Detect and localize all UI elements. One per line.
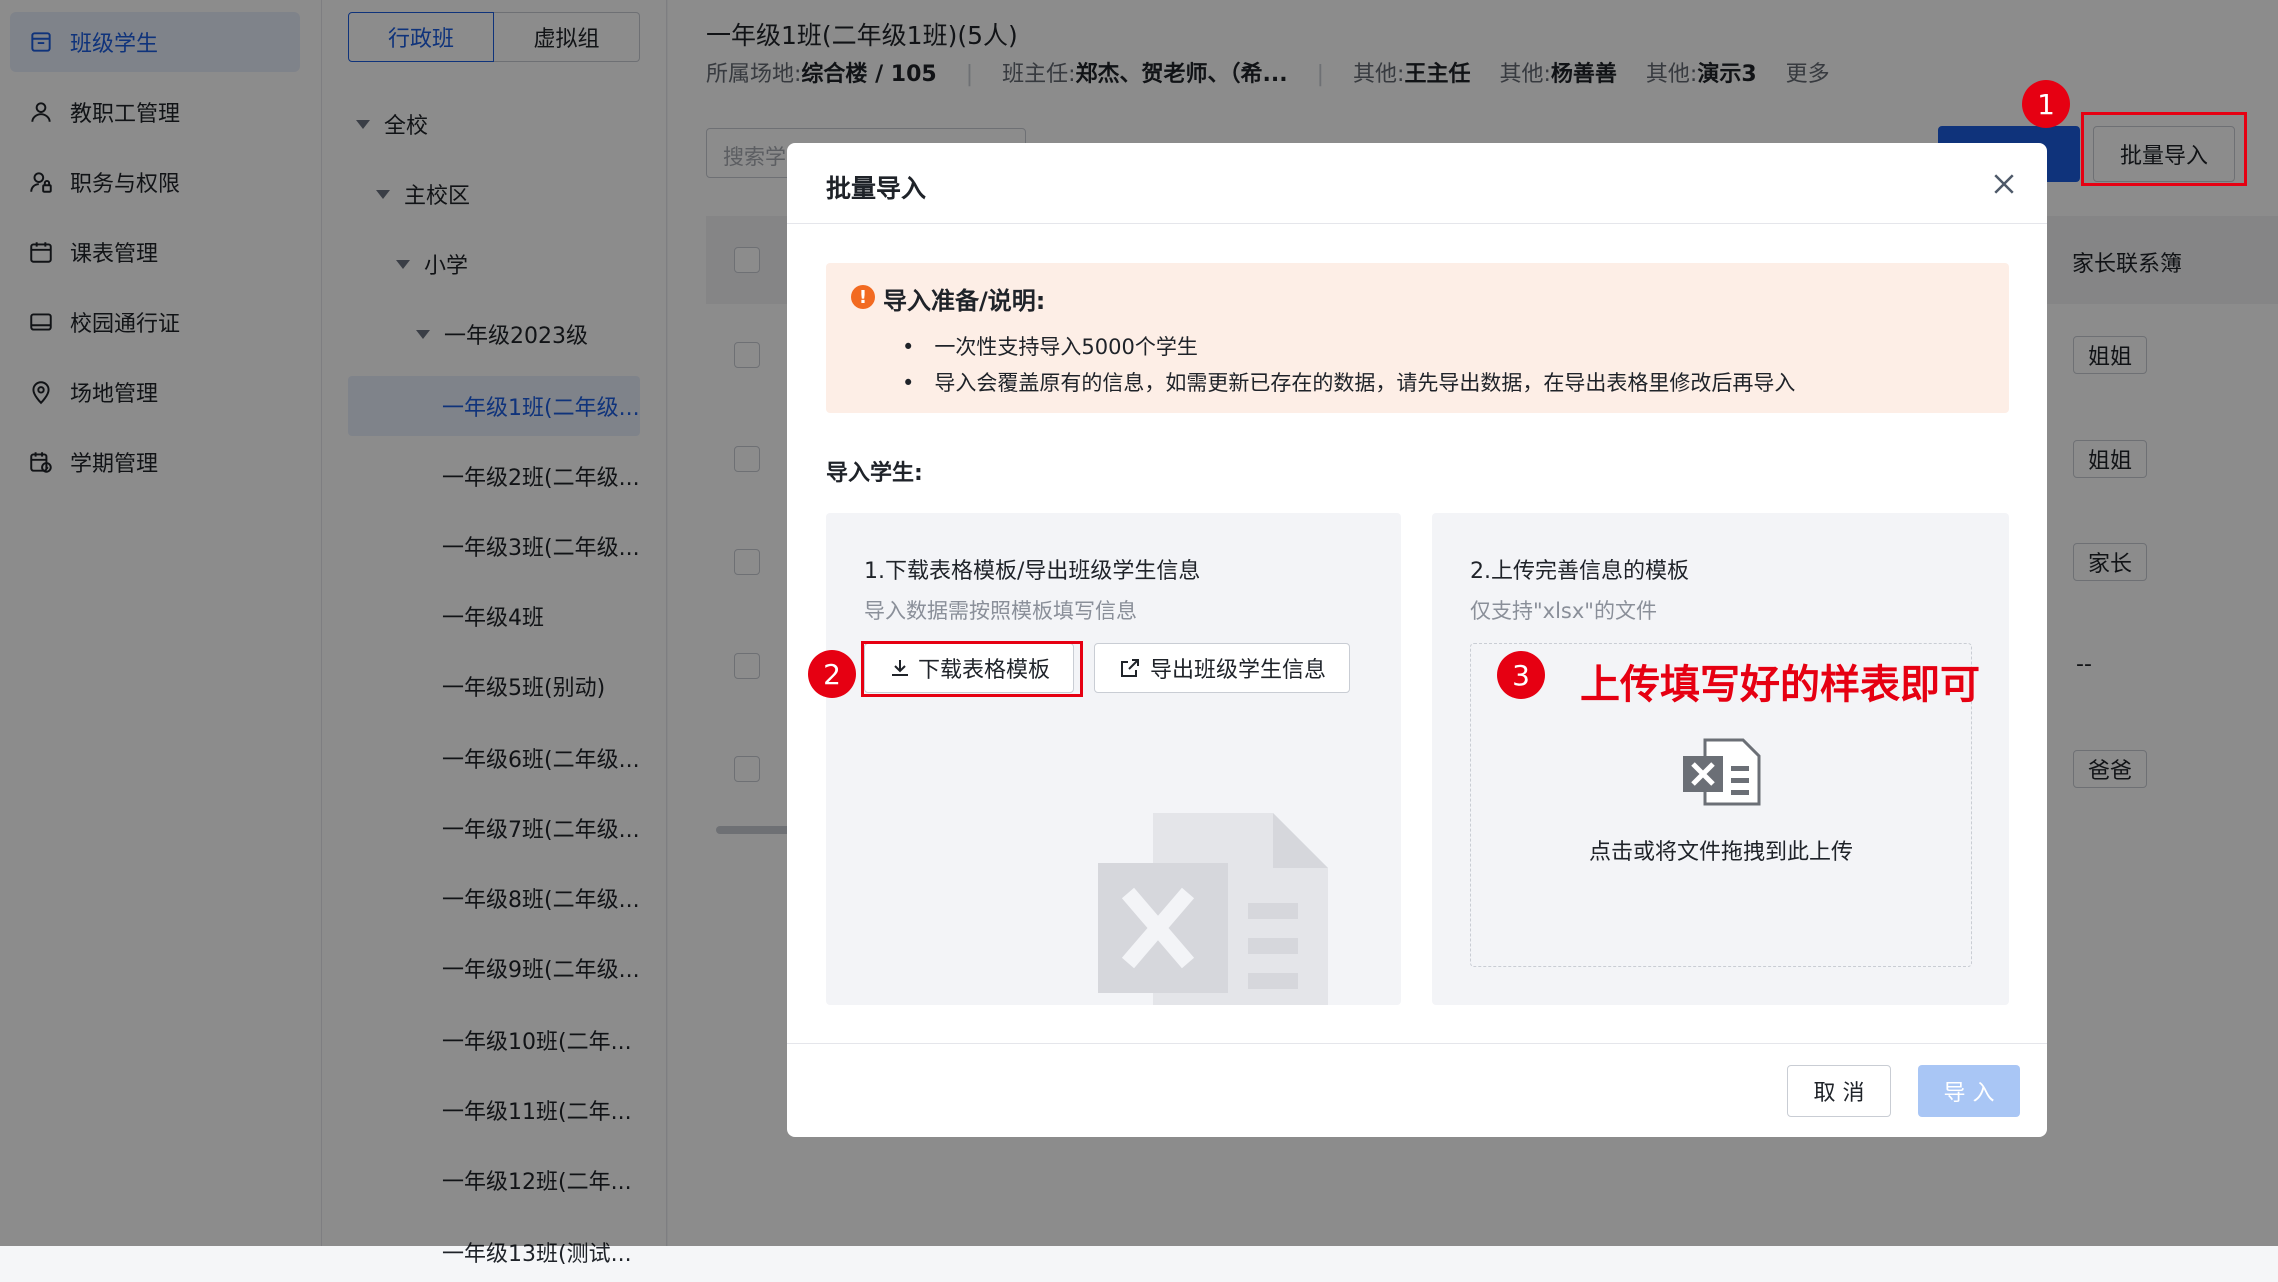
step1-desc: 导入数据需按照模板填写信息 (864, 599, 1137, 623)
dialog-title: 批量导入 (826, 174, 927, 203)
divider (787, 223, 2047, 224)
step2-title: 2.上传完善信息的模板 (1470, 559, 1689, 584)
notice-item: • 一次性支持导入5000个学生 (902, 335, 1198, 359)
annotation-box-download (861, 641, 1083, 697)
button-label: 导出班级学生信息 (1149, 658, 1326, 683)
upload-hint: 点击或将文件拖拽到此上传 (1588, 840, 1853, 865)
notice-title: 导入准备/说明: (883, 287, 1046, 315)
annotation-box-batch-import (2081, 112, 2247, 186)
annotation-badge-2: 2 (808, 650, 856, 698)
import-button[interactable]: 导 入 (1918, 1065, 2020, 1117)
batch-import-dialog: 批量导入 ! 导入准备/说明: • 一次性支持导入5000个学生 • 导入会覆盖… (787, 143, 2047, 1137)
annotation-badge-3: 3 (1497, 651, 1545, 699)
warning-icon: ! (851, 285, 875, 309)
notice-item-text: 导入会覆盖原有的信息，如需更新已存在的数据，请先导出数据，在导出表格里修改后再导… (934, 371, 1796, 395)
excel-file-icon (1683, 738, 1761, 806)
cancel-button[interactable]: 取 消 (1787, 1065, 1891, 1117)
annotation-badge-1: 1 (2022, 80, 2070, 128)
annotation-callout: 上传填写好的样表即可 (1580, 662, 1980, 708)
close-icon[interactable] (1989, 169, 2019, 199)
divider (787, 1043, 2047, 1044)
step2-panel: 2.上传完善信息的模板 仅支持"xlsx"的文件 点击或将文件拖拽到此上传 (1432, 513, 2009, 1005)
section-title: 导入学生: (826, 461, 923, 486)
export-students-button[interactable]: 导出班级学生信息 (1094, 643, 1350, 693)
step1-panel: 1.下载表格模板/导出班级学生信息 导入数据需按照模板填写信息 下载表格模板 导… (826, 513, 1401, 1005)
step2-desc: 仅支持"xlsx"的文件 (1470, 599, 1657, 623)
notice-item-text: 一次性支持导入5000个学生 (934, 335, 1198, 359)
notice-panel: ! 导入准备/说明: • 一次性支持导入5000个学生 • 导入会覆盖原有的信息… (826, 263, 2009, 413)
external-link-icon (1120, 659, 1139, 677)
notice-item: • 导入会覆盖原有的信息，如需更新已存在的数据，请先导出数据，在导出表格里修改后… (902, 371, 1796, 395)
excel-watermark-icon (1098, 813, 1328, 1005)
step1-title: 1.下载表格模板/导出班级学生信息 (864, 559, 1201, 584)
